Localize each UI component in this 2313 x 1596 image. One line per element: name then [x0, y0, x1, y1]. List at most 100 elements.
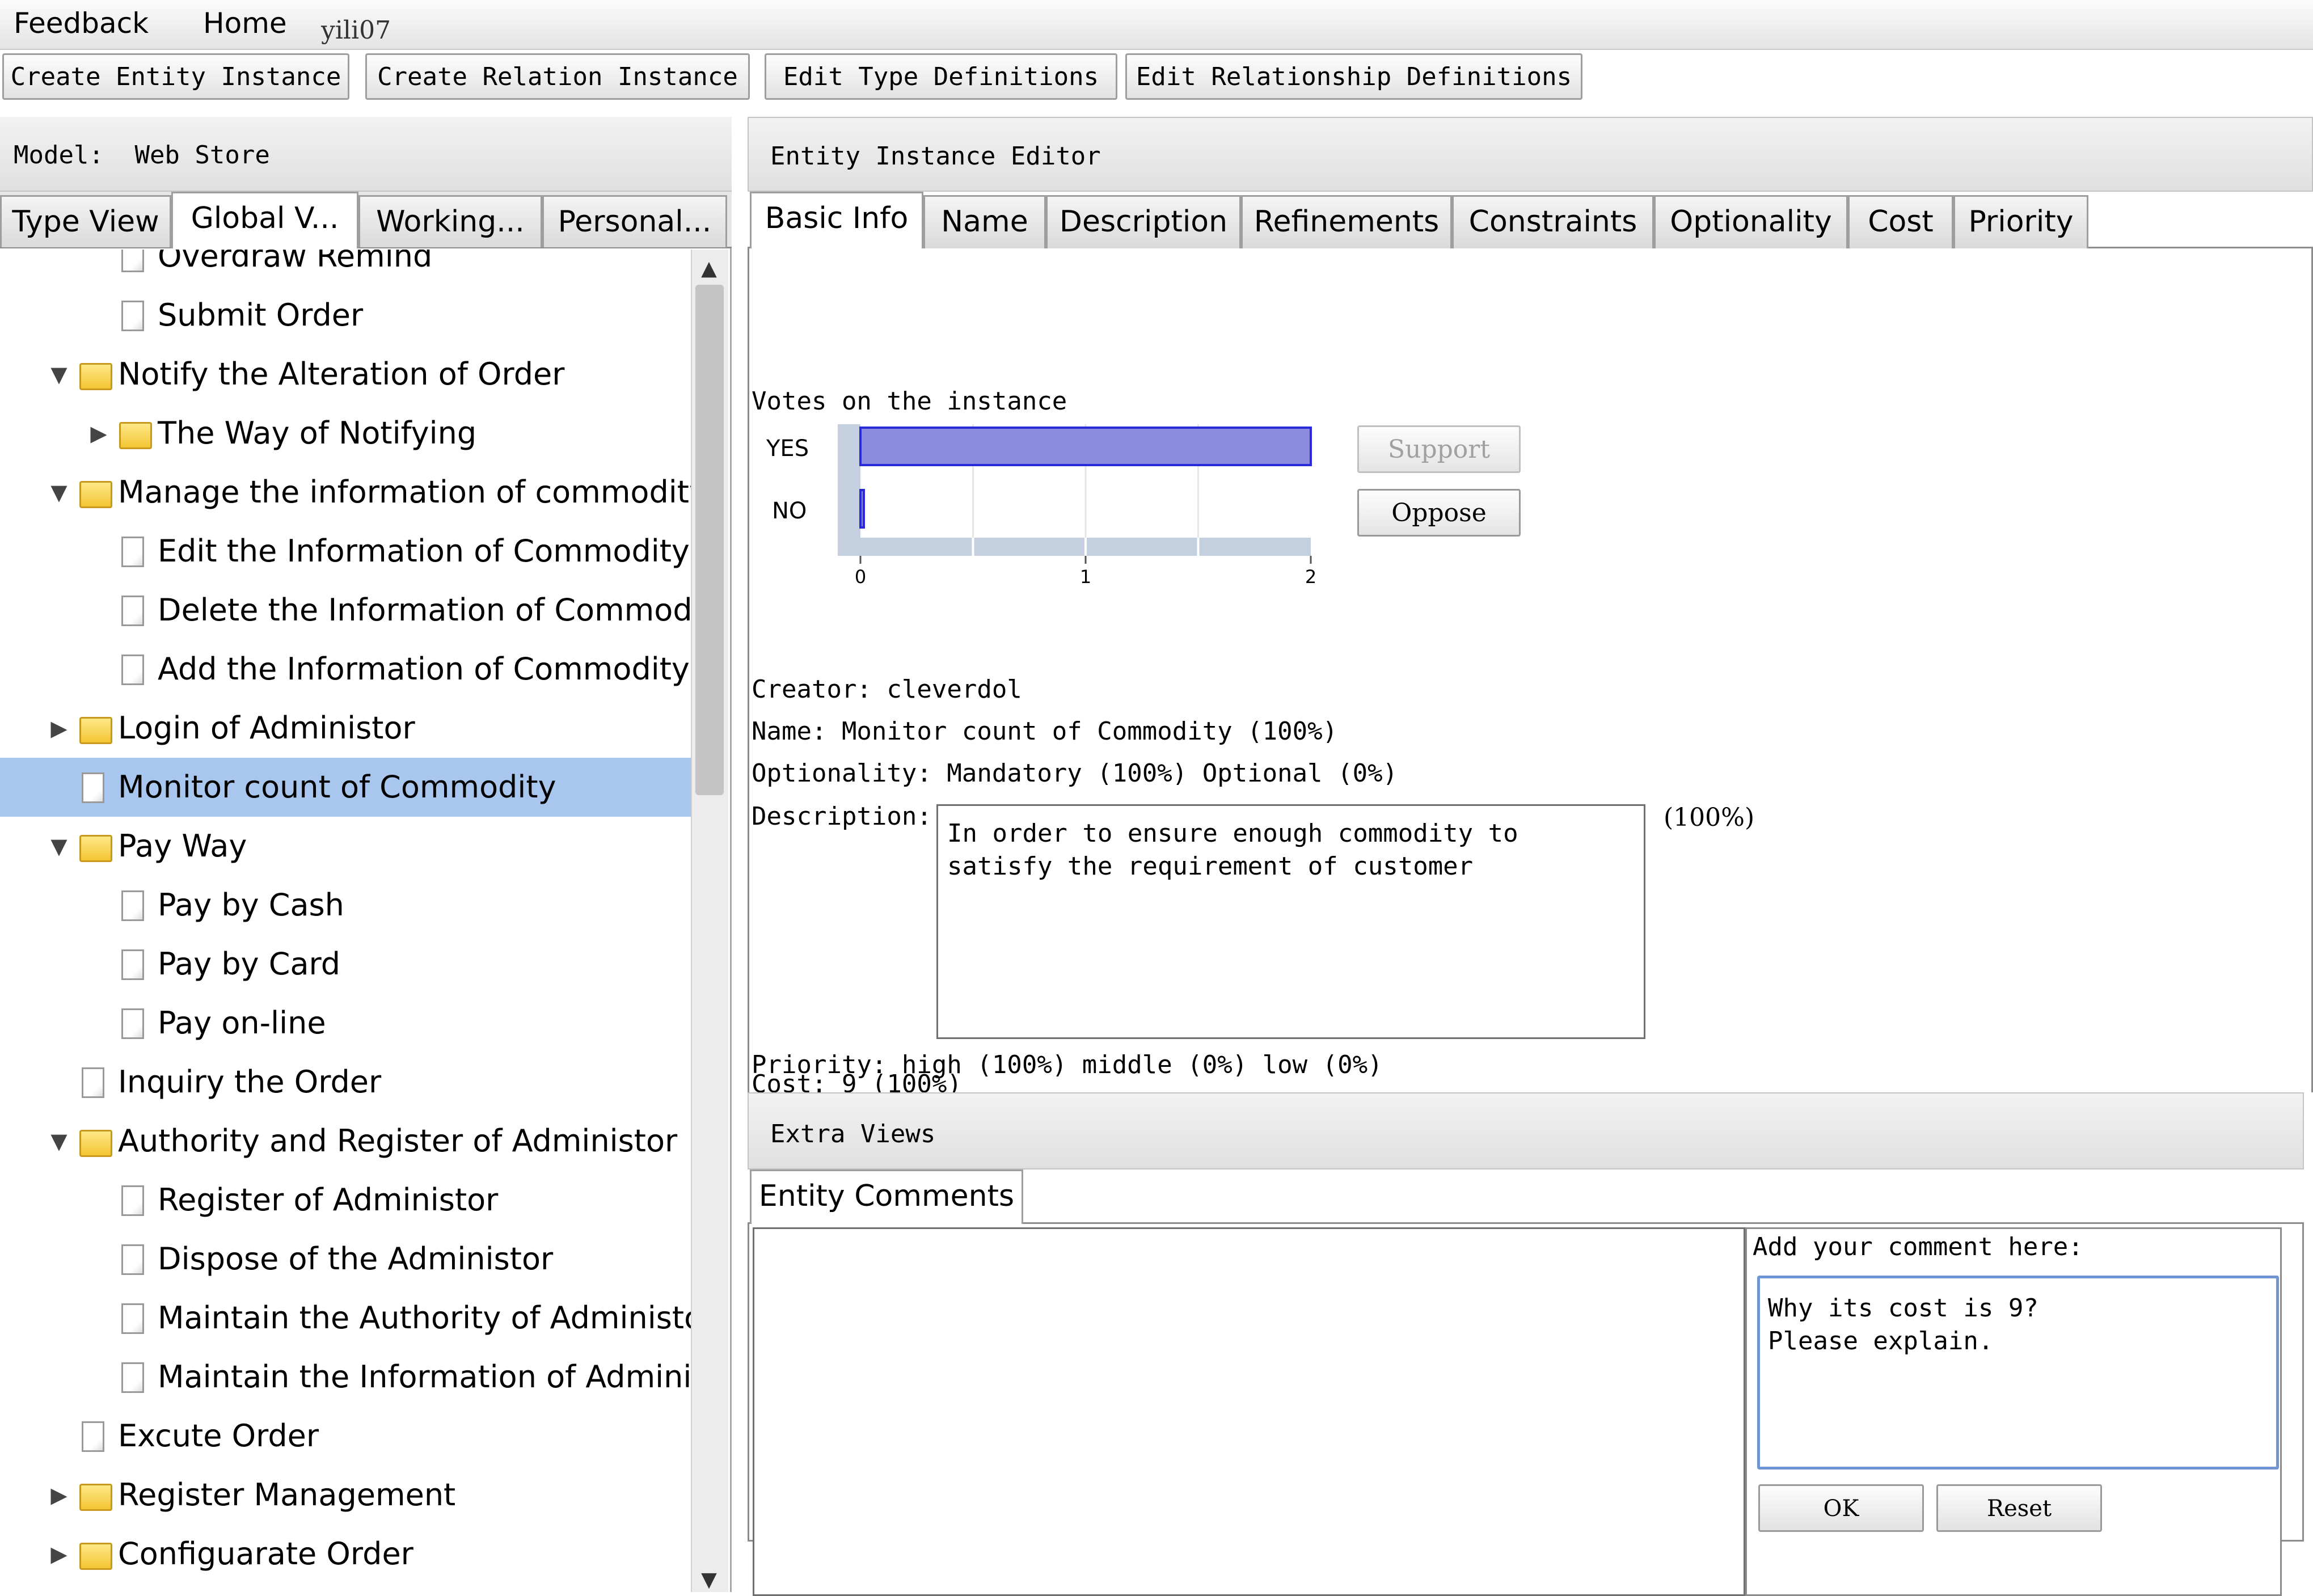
tab-basic-info[interactable]: Basic Info — [750, 192, 923, 250]
document-icon — [121, 1362, 144, 1393]
document-icon — [121, 1303, 144, 1334]
bar-category-label: NO — [772, 498, 807, 524]
tree-node[interactable]: Excute Order — [0, 1407, 691, 1466]
tab-global-view[interactable]: Global V... — [171, 192, 358, 248]
tab-constraints[interactable]: Constraints — [1452, 195, 1654, 248]
tree-node[interactable]: Delete the Information of Commodity — [0, 581, 691, 640]
scroll-down-icon[interactable]: ▼ — [693, 1564, 725, 1596]
add-comment-panel: Add your comment here: Why its cost is 9… — [1745, 1227, 2282, 1596]
axis-band — [838, 424, 860, 543]
collapsed-arrow-icon[interactable]: ▶ — [48, 1466, 70, 1525]
folder-icon — [79, 1130, 112, 1157]
votes-chart: YES NO 0 1 2 — [766, 424, 1316, 588]
description-label: Description: — [752, 802, 932, 831]
tree-node[interactable]: ▼ Manage the information of commodity — [0, 463, 691, 522]
comment-list — [753, 1227, 1745, 1596]
tree-node[interactable]: Overdraw Remind — [0, 250, 691, 286]
tree-node[interactable]: Pay on-line — [0, 994, 691, 1053]
tab-priority[interactable]: Priority — [1953, 195, 2088, 248]
tree-node[interactable]: Edit the Information of Commodity — [0, 522, 691, 581]
folder-icon — [79, 1543, 112, 1570]
tree-node[interactable]: ▶ The Way of Notifying — [0, 404, 691, 463]
tree-node[interactable]: ▶ Configuarate Order — [0, 1525, 691, 1584]
creator-line: Creator: cleverdol — [752, 675, 1022, 704]
tab-optionality[interactable]: Optionality — [1654, 195, 1848, 248]
tree-node-label: Overdraw Remind — [158, 250, 433, 274]
tab-personal-view[interactable]: Personal... — [542, 195, 727, 247]
folder-icon — [119, 422, 152, 449]
support-button[interactable]: Support — [1357, 425, 1521, 473]
comment-input[interactable]: Why its cost is 9? Please explain. — [1757, 1276, 2279, 1470]
tree-node[interactable]: Pay by Cash — [0, 876, 691, 935]
tree-node-label: Inquiry the Order — [118, 1064, 382, 1100]
view-tabs: Type View Global V... Working... Persona… — [0, 192, 732, 248]
oppose-button[interactable]: Oppose — [1357, 489, 1521, 537]
tree-scrollbar-thumb[interactable] — [695, 285, 724, 795]
extra-views-panel: Extra Views Entity Comments Add your com… — [748, 1092, 2304, 1596]
collapsed-arrow-icon[interactable]: ▶ — [48, 699, 70, 758]
tree-node[interactable]: Maintain the Information of Administo — [0, 1348, 691, 1407]
extra-views-title: Extra Views — [748, 1092, 2304, 1169]
tree-node-label: Pay on-line — [158, 1005, 326, 1041]
scroll-up-icon[interactable]: ▲ — [693, 253, 725, 285]
tree-node-label: Edit the Information of Commodity — [158, 533, 690, 569]
expanded-arrow-icon[interactable]: ▼ — [48, 463, 70, 522]
expanded-arrow-icon[interactable]: ▼ — [48, 817, 70, 876]
expanded-arrow-icon[interactable]: ▼ — [48, 1112, 70, 1171]
tree-node-label: Pay by Card — [158, 946, 341, 982]
tab-type-view[interactable]: Type View — [0, 195, 171, 247]
tree-node[interactable]: ▼ Notify the Alteration of Order — [0, 345, 691, 404]
tab-cost[interactable]: Cost — [1848, 195, 1953, 248]
votes-title: Votes on the instance — [752, 387, 1067, 416]
tree-node-label: Manage the information of commodity — [118, 474, 691, 510]
tree-node[interactable]: ▼ Pay Way — [0, 817, 691, 876]
create-entity-button[interactable]: Create Entity Instance — [2, 53, 349, 100]
tree-node[interactable]: Dispose of the Administor — [0, 1230, 691, 1289]
edit-type-definitions-button[interactable]: Edit Type Definitions — [765, 53, 1117, 100]
folder-icon — [79, 363, 112, 390]
document-icon — [121, 537, 144, 567]
add-comment-label: Add your comment here: — [1753, 1232, 2083, 1261]
model-label: Model: — [14, 141, 104, 170]
tree-node[interactable]: Pay by Card — [0, 935, 691, 994]
tab-entity-comments[interactable]: Entity Comments — [750, 1169, 1023, 1226]
comment-line: Why its cost is 9? — [1768, 1294, 2038, 1323]
menu-feedback[interactable]: Feedback — [14, 7, 149, 40]
tree-node[interactable]: ▶ Login of Administor — [0, 699, 691, 758]
tab-name[interactable]: Name — [923, 195, 1046, 248]
collapsed-arrow-icon[interactable]: ▶ — [87, 404, 110, 463]
tree-node-label: Delete the Information of Commodity — [158, 592, 691, 628]
tree-node[interactable]: Monitor count of Commodity — [0, 758, 691, 817]
menu-home[interactable]: Home — [203, 7, 287, 40]
tree-node[interactable]: ▼ Authority and Register of Administor — [0, 1112, 691, 1171]
tab-refinements[interactable]: Refinements — [1241, 195, 1452, 248]
tree-node[interactable]: Add the Information of Commodity — [0, 640, 691, 699]
menu-bar: Feedback Home yili07 — [0, 0, 2313, 50]
folder-icon — [79, 717, 112, 744]
create-relation-button[interactable]: Create Relation Instance — [365, 53, 750, 100]
editor-title: Entity Instance Editor — [748, 117, 2313, 192]
document-icon — [121, 890, 144, 921]
edit-relationship-definitions-button[interactable]: Edit Relationship Definitions — [1125, 53, 1582, 100]
tab-description[interactable]: Description — [1046, 195, 1241, 248]
entity-comments-panel: Add your comment here: Why its cost is 9… — [748, 1224, 2304, 1596]
optionality-line: Optionality: Mandatory (100%) Optional (… — [752, 759, 1398, 788]
tree-node[interactable]: ▶ Register Management — [0, 1466, 691, 1525]
tab-working-view[interactable]: Working... — [358, 195, 542, 247]
tree-node[interactable]: Maintain the Authority of Administor — [0, 1289, 691, 1348]
vote-bar — [859, 489, 865, 529]
document-icon — [121, 1244, 144, 1275]
ok-button[interactable]: OK — [1758, 1484, 1924, 1532]
tree-node-label: Dispose of the Administor — [158, 1241, 554, 1277]
tree-node[interactable]: Inquiry the Order — [0, 1053, 691, 1112]
tree-node[interactable]: Register of Administor — [0, 1171, 691, 1230]
expanded-arrow-icon[interactable]: ▼ — [48, 345, 70, 404]
tree-node[interactable]: Submit Order — [0, 286, 691, 345]
x-tick-label: 0 — [855, 566, 866, 588]
collapsed-arrow-icon[interactable]: ▶ — [48, 1525, 70, 1584]
folder-icon — [79, 481, 112, 508]
vote-bar — [859, 427, 1312, 466]
tree-node-label: Pay by Cash — [158, 887, 344, 923]
document-icon — [121, 949, 144, 980]
reset-button[interactable]: Reset — [1936, 1484, 2102, 1532]
